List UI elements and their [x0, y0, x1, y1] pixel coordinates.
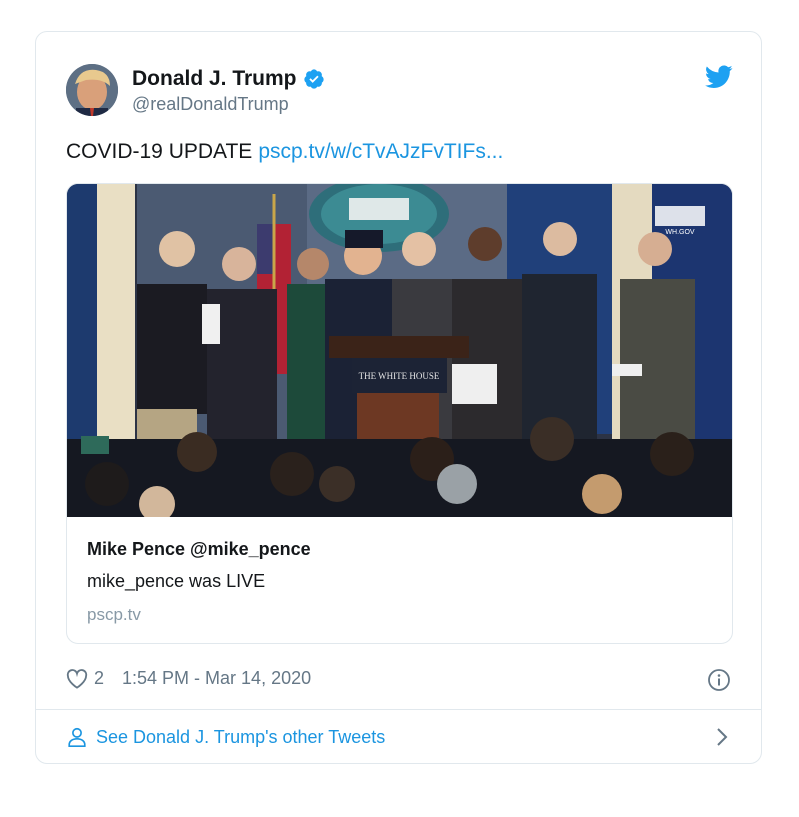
like-count[interactable]: 2 [94, 668, 104, 689]
tweet-meta: 2 1:54 PM - Mar 14, 2020 [66, 668, 311, 689]
heart-icon[interactable] [66, 668, 88, 689]
author-name-text[interactable]: Donald J. Trump [132, 67, 297, 91]
tweet-link[interactable]: pscp.tv/w/cTvAJzFvTIFs... [258, 140, 503, 163]
card-description: mike_pence was LIVE [87, 571, 266, 591]
see-other-tweets-link[interactable]: See Donald J. Trump's other Tweets [66, 726, 385, 748]
author-handle[interactable]: @realDonaldTrump [132, 94, 289, 115]
link-preview-card[interactable]: WH.GOV THE WHITE HOUSE Mike Pence @mike_… [66, 183, 733, 644]
corner-logo-text: WH.GOV [665, 229, 694, 236]
chevron-right-icon[interactable] [715, 726, 729, 748]
info-icon[interactable] [707, 668, 731, 692]
card-domain: pscp.tv [87, 605, 141, 624]
podium-label: THE WHITE HOUSE [359, 371, 440, 381]
divider [36, 709, 761, 710]
card-title: Mike Pence @mike_pence [87, 539, 311, 559]
person-icon [68, 727, 86, 747]
tweet-text: COVID-19 UPDATE pscp.tv/w/cTvAJzFvTIFs... [66, 140, 503, 164]
verified-badge-icon [303, 69, 324, 89]
link-card-info[interactable]: Mike Pence @mike_pence mike_pence was LI… [67, 517, 732, 643]
tweet-body: COVID-19 UPDATE [66, 140, 253, 163]
twitter-bird-icon[interactable] [705, 65, 733, 89]
press-briefing-photo[interactable]: WH.GOV THE WHITE HOUSE [67, 184, 733, 517]
author-name[interactable]: Donald J. Trump [132, 67, 325, 91]
see-other-tweets-label[interactable]: See Donald J. Trump's other Tweets [96, 727, 385, 748]
avatar[interactable] [66, 64, 118, 116]
embedded-tweet-card: Donald J. Trump @realDonaldTrump COVID-1… [35, 31, 762, 764]
timestamp[interactable]: 1:54 PM - Mar 14, 2020 [122, 668, 311, 689]
